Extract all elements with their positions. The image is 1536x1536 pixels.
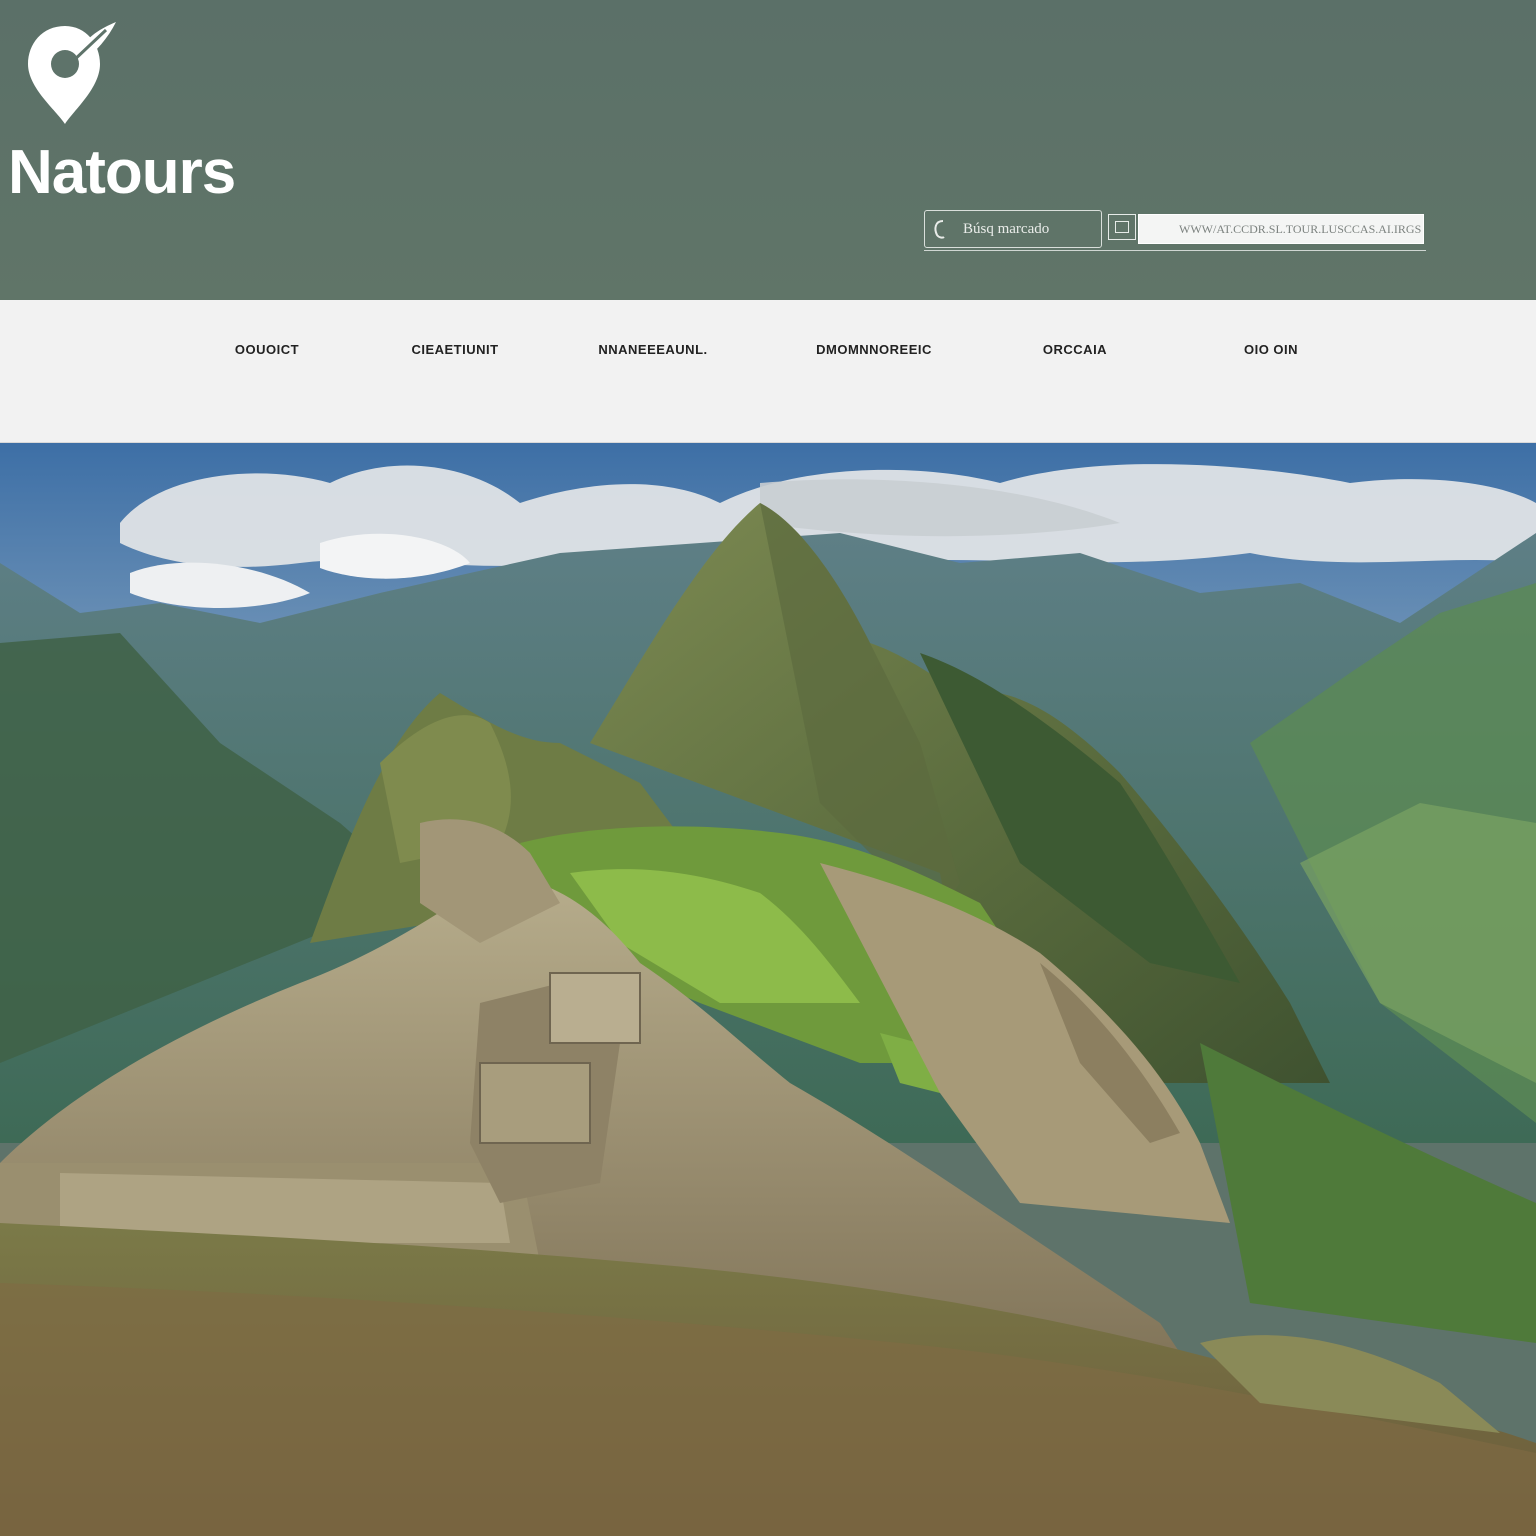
hero-image <box>0 443 1536 1536</box>
checkbox-icon[interactable] <box>1108 214 1136 240</box>
search-underline <box>924 250 1426 251</box>
url-field[interactable]: WWW/AT.CCDR.SL.TOUR.LUSCCAS.AI.IRGS <box>1138 214 1424 244</box>
search-icon[interactable] <box>931 217 949 241</box>
map-pin-leaf-icon <box>28 22 116 124</box>
search-area: Búsq marcado WWW/AT.CCDR.SL.TOUR.LUSCCAS… <box>924 210 1426 254</box>
nav-item-2[interactable]: CIEAETIUNIT <box>406 342 504 364</box>
nav-item-4[interactable]: DMOMNNOREEIC <box>798 342 950 364</box>
main-nav: OOUOICT CIEAETIUNIT NNANEEEAUNL. DMOMNNO… <box>0 300 1536 443</box>
site-header: Natours Búsq marcado WWW/AT.CCDR.SL.TOUR… <box>0 0 1536 300</box>
nav-item-5[interactable]: ORCCAIA <box>1036 342 1114 364</box>
nav-item-1[interactable]: OOUOICT <box>228 342 306 364</box>
search-input[interactable]: Búsq marcado <box>924 210 1102 248</box>
brand-name: Natours <box>8 138 236 207</box>
nav-item-3[interactable]: NNANEEEAUNL. <box>585 342 721 364</box>
hero-landscape <box>0 443 1536 1536</box>
search-text: Búsq marcado <box>963 220 1050 237</box>
logo[interactable]: Natours <box>8 18 278 207</box>
nav-item-6[interactable]: OIO OIN <box>1236 342 1306 364</box>
